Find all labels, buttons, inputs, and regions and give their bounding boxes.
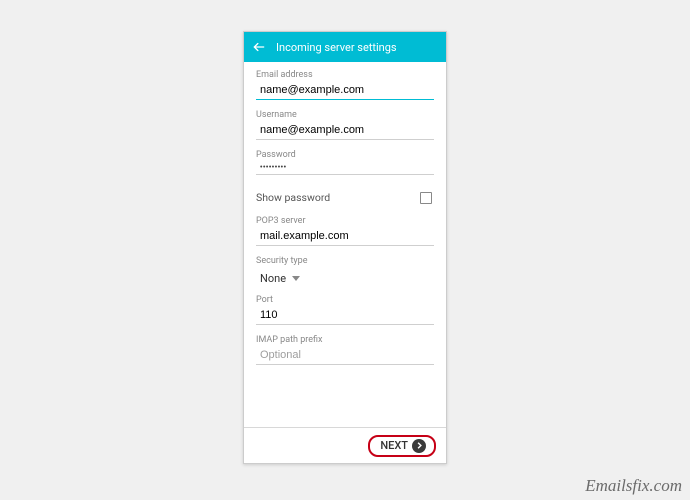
pop3-input[interactable]: mail.example.com (260, 230, 434, 242)
show-password-checkbox[interactable] (420, 192, 432, 204)
imap-prefix-input[interactable]: Optional (260, 349, 434, 361)
field-password: Password ••••••••• (256, 150, 434, 175)
port-input[interactable]: 110 (260, 309, 434, 321)
port-input-wrap[interactable]: 110 (256, 309, 434, 325)
next-button[interactable]: NEXT (368, 435, 436, 457)
password-input[interactable]: ••••••••• (260, 164, 434, 171)
field-pop3-server: POP3 server mail.example.com (256, 216, 434, 246)
security-label: Security type (256, 256, 434, 266)
email-input[interactable]: name@example.com (260, 84, 434, 96)
show-password-row[interactable]: Show password (256, 185, 434, 210)
email-input-wrap[interactable]: name@example.com (256, 84, 434, 100)
pop3-input-wrap[interactable]: mail.example.com (256, 230, 434, 246)
field-port: Port 110 (256, 295, 434, 325)
field-username: Username name@example.com (256, 110, 434, 140)
username-input[interactable]: name@example.com (260, 124, 434, 136)
username-input-wrap[interactable]: name@example.com (256, 124, 434, 140)
next-button-label: NEXT (380, 439, 408, 452)
watermark-text: Emailsfix.com (585, 476, 682, 496)
password-label: Password (256, 150, 434, 160)
footer-bar: NEXT (244, 427, 446, 463)
show-password-label: Show password (256, 191, 330, 204)
imap-prefix-input-wrap[interactable]: Optional (256, 349, 434, 365)
field-security-type: Security type None (256, 256, 434, 285)
field-email: Email address name@example.com (256, 70, 434, 100)
app-header: Incoming server settings (244, 32, 446, 62)
field-imap-prefix: IMAP path prefix Optional (256, 335, 434, 365)
email-label: Email address (256, 70, 434, 80)
username-label: Username (256, 110, 434, 120)
content-area: Email address name@example.com Username … (244, 62, 446, 427)
imap-prefix-label: IMAP path prefix (256, 335, 434, 345)
header-title: Incoming server settings (276, 41, 397, 54)
back-arrow-icon[interactable] (252, 40, 266, 54)
next-arrow-icon (412, 439, 426, 453)
security-select[interactable]: None (256, 270, 434, 285)
port-label: Port (256, 295, 434, 305)
security-value: None (260, 272, 286, 285)
dropdown-arrow-icon (292, 276, 300, 281)
pop3-label: POP3 server (256, 216, 434, 226)
settings-screen: Incoming server settings Email address n… (243, 31, 447, 464)
password-input-wrap[interactable]: ••••••••• (256, 164, 434, 175)
